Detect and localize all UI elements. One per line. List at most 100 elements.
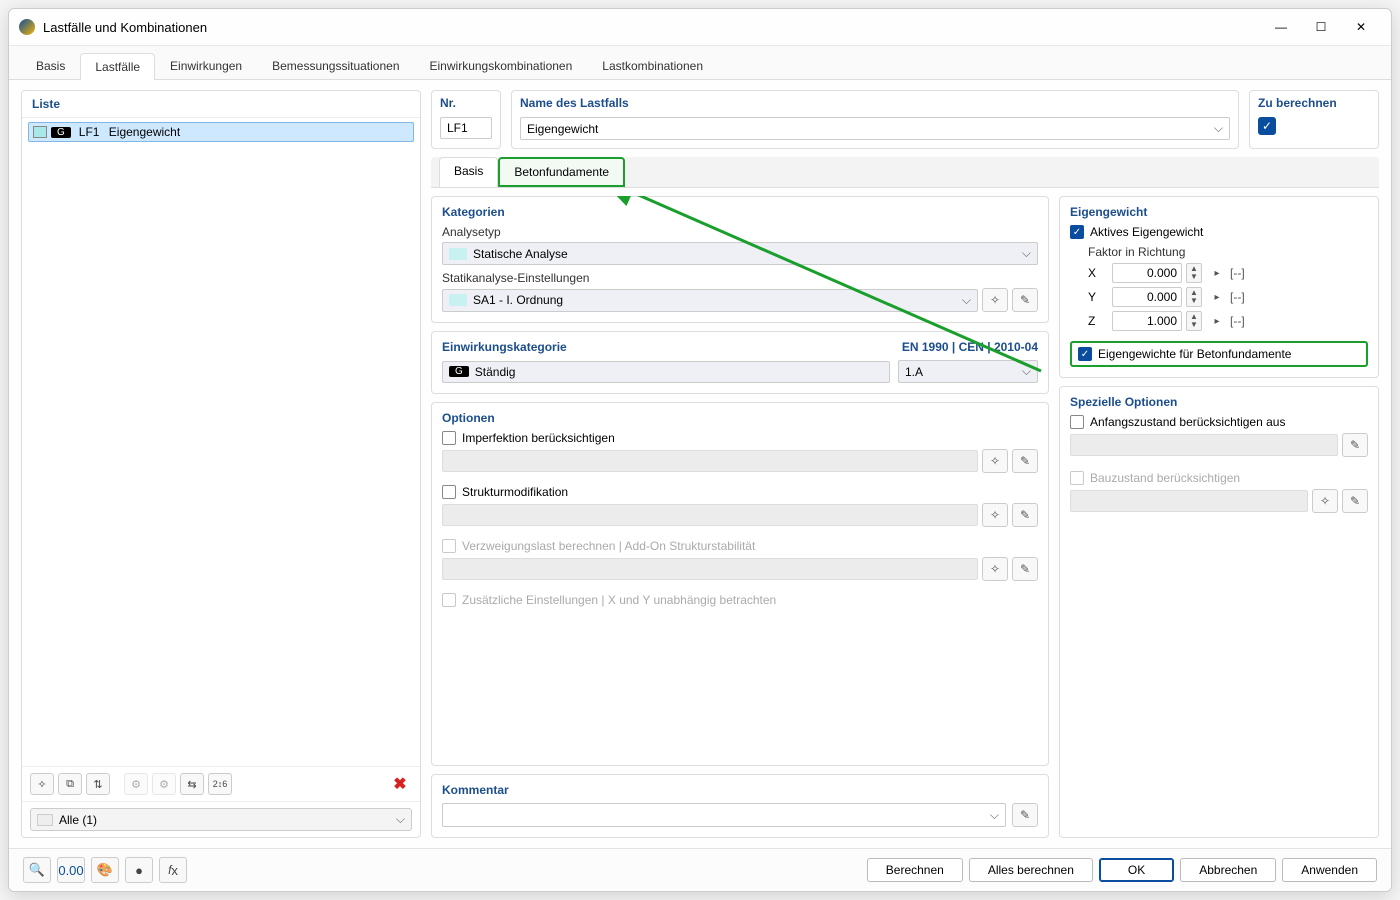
einwirkung-title: Einwirkungskategorie (442, 340, 567, 354)
edit-icon[interactable]: ✎ (1012, 449, 1038, 473)
statik-select[interactable]: SA1 - I. Ordnung ⌵ (442, 289, 978, 312)
category-select[interactable]: G Ständig (442, 361, 890, 383)
chevron-down-icon: ⌵ (1022, 246, 1031, 261)
name-select[interactable]: Eigengewicht ⌵ (520, 117, 1230, 140)
zusatz-checkbox (442, 593, 456, 607)
list-item[interactable]: G LF1 Eigengewicht (28, 122, 414, 142)
calc-checkbox[interactable]: ✓ (1258, 117, 1276, 135)
copy-icon[interactable]: ⧉ (58, 773, 82, 795)
zusatz-label: Zusätzliche Einstellungen | X und Y unab… (462, 593, 776, 607)
color-swatch (33, 126, 47, 138)
bauzustand-checkbox (1070, 471, 1084, 485)
norm-label: EN 1990 | CEN | 2010-04 (902, 340, 1038, 354)
x-unit: [--] (1230, 266, 1258, 280)
analysetyp-label: Analysetyp (442, 225, 1038, 239)
filter-select[interactable]: Alle (1) ⌵ (30, 808, 412, 831)
record-icon[interactable]: ● (125, 857, 153, 883)
kategorien-title: Kategorien (442, 205, 1038, 219)
edit-settings-icon[interactable]: ✎ (1012, 288, 1038, 312)
tool-icon-2: ⚙ (152, 773, 176, 795)
beton-check-label: Eigengewichte für Betonfundamente (1098, 347, 1291, 361)
new-icon[interactable]: ✧ (982, 503, 1008, 527)
z-input[interactable] (1112, 311, 1182, 331)
category-value: Ständig (475, 365, 516, 379)
edit-icon[interactable]: ✎ (1342, 433, 1368, 457)
statik-label: Statikanalyse-Einstellungen (442, 271, 1038, 285)
delete-icon[interactable]: ✖ (388, 774, 412, 794)
new-icon[interactable]: ✧ (982, 557, 1008, 581)
tab-einwirkungskombinationen[interactable]: Einwirkungskombinationen (415, 52, 588, 79)
bauzustand-input (1070, 490, 1308, 512)
optionen-title: Optionen (442, 411, 1038, 425)
kommentar-input[interactable]: ⌵ (442, 803, 1006, 827)
y-stepper[interactable]: ▲▼ (1186, 287, 1202, 307)
aktiv-checkbox[interactable]: ✓ (1070, 225, 1084, 239)
arrow-right-icon[interactable]: ▸ (1208, 268, 1226, 279)
left-toolbar: ✧ ⧉ ⇅ ⚙ ⚙ ⇆ 2↕6 ✖ (22, 766, 420, 801)
aktiv-label: Aktives Eigengewicht (1090, 225, 1203, 239)
verzweigung-checkbox (442, 539, 456, 553)
alles-berechnen-button[interactable]: Alles berechnen (969, 858, 1093, 882)
berechnen-button[interactable]: Berechnen (867, 858, 963, 882)
statik-value: SA1 - I. Ordnung (473, 293, 563, 307)
tab-einwirkungen[interactable]: Einwirkungen (155, 52, 257, 79)
imperfektion-checkbox[interactable] (442, 431, 456, 445)
new-icon[interactable]: ✧ (30, 773, 54, 795)
filter-text: Alle (1) (59, 813, 97, 827)
new-settings-icon[interactable]: ✧ (982, 288, 1008, 312)
x-stepper[interactable]: ▲▼ (1186, 263, 1202, 283)
calc-box: Zu berechnen ✓ (1249, 90, 1379, 149)
search-icon[interactable]: 🔍 (23, 857, 51, 883)
sort-icon[interactable]: ⇅ (86, 773, 110, 795)
nr-label: Nr. (432, 91, 500, 113)
bauzustand-label: Bauzustand berücksichtigen (1090, 471, 1240, 485)
tab-basis[interactable]: Basis (21, 52, 80, 79)
edit-comment-icon[interactable]: ✎ (1012, 803, 1038, 827)
spezielle-title: Spezielle Optionen (1070, 395, 1368, 409)
einwirkung-group: Einwirkungskategorie EN 1990 | CEN | 201… (431, 331, 1049, 394)
struktur-input (442, 504, 978, 526)
minimize-button[interactable]: — (1261, 15, 1301, 39)
name-value: Eigengewicht (527, 122, 598, 136)
edit-icon[interactable]: ✎ (1342, 489, 1368, 513)
tab-lastkombinationen[interactable]: Lastkombinationen (587, 52, 718, 79)
z-label: Z (1088, 314, 1108, 328)
list-label: Liste (22, 91, 420, 118)
lf-id: LF1 (79, 125, 105, 139)
anfang-checkbox[interactable] (1070, 415, 1084, 429)
arrow-right-icon[interactable]: ▸ (1208, 316, 1226, 327)
y-label: Y (1088, 290, 1108, 304)
units-icon[interactable]: 0.00 (57, 857, 85, 883)
abbrechen-button[interactable]: Abbrechen (1180, 858, 1276, 882)
renumber-icon[interactable]: 2↕6 (208, 773, 232, 795)
sub-tab-basis[interactable]: Basis (439, 157, 498, 187)
new-icon[interactable]: ✧ (1312, 489, 1338, 513)
tab-lastfaelle[interactable]: Lastfälle (80, 53, 155, 80)
beton-checkbox[interactable]: ✓ (1078, 347, 1092, 361)
function-icon[interactable]: fx (159, 857, 187, 883)
ok-button[interactable]: OK (1099, 858, 1174, 882)
subcategory-select[interactable]: 1.A ⌵ (898, 360, 1038, 383)
load-case-list: G LF1 Eigengewicht (22, 118, 420, 766)
y-unit: [--] (1230, 290, 1258, 304)
maximize-button[interactable]: ☐ (1301, 15, 1341, 39)
z-stepper[interactable]: ▲▼ (1186, 311, 1202, 331)
sub-tab-betonfundamente[interactable]: Betonfundamente (498, 157, 625, 187)
struktur-checkbox[interactable] (442, 485, 456, 499)
analysetyp-select[interactable]: Statische Analyse ⌵ (442, 242, 1038, 265)
swap-icon[interactable]: ⇆ (180, 773, 204, 795)
x-input[interactable] (1112, 263, 1182, 283)
verzweigung-input (442, 558, 978, 580)
tab-bemessung[interactable]: Bemessungssituationen (257, 52, 414, 79)
colors-icon[interactable]: 🎨 (91, 857, 119, 883)
edit-icon[interactable]: ✎ (1012, 503, 1038, 527)
edit-icon[interactable]: ✎ (1012, 557, 1038, 581)
arrow-right-icon[interactable]: ▸ (1208, 292, 1226, 303)
close-button[interactable]: ✕ (1341, 15, 1381, 39)
nr-input[interactable] (440, 117, 492, 139)
new-icon[interactable]: ✧ (982, 449, 1008, 473)
y-input[interactable] (1112, 287, 1182, 307)
anwenden-button[interactable]: Anwenden (1282, 858, 1377, 882)
lf-name: Eigengewicht (109, 125, 180, 139)
eigengewicht-group: Eigengewicht ✓ Aktives Eigengewicht Fakt… (1059, 196, 1379, 378)
